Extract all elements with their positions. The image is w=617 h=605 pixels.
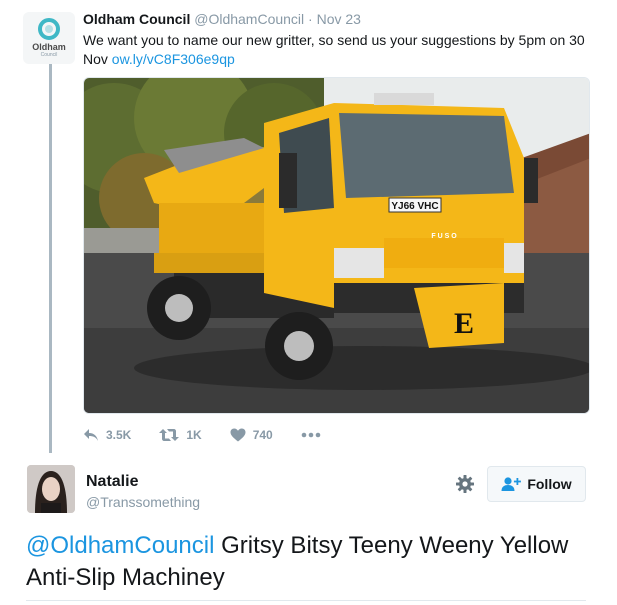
gritter-truck-photo: F U S O YJ66 VHC E bbox=[84, 78, 589, 413]
license-plate: YJ66 VHC bbox=[391, 201, 438, 212]
follow-label: Follow bbox=[527, 476, 572, 492]
divider bbox=[26, 600, 586, 601]
settings-menu-button[interactable] bbox=[455, 474, 475, 499]
reply-mention[interactable]: @OldhamCouncil bbox=[26, 532, 214, 559]
reply-action[interactable]: 3.5K bbox=[83, 428, 131, 442]
follow-button[interactable]: Follow bbox=[487, 466, 586, 502]
retweet-action[interactable]: 1K bbox=[159, 428, 202, 442]
tweet-actions: 3.5K 1K 740 bbox=[83, 426, 356, 444]
oldham-logo-icon bbox=[38, 18, 60, 40]
tweet-photo[interactable]: F U S O YJ66 VHC E bbox=[83, 77, 590, 414]
heart-icon bbox=[230, 428, 246, 442]
bumper-letter: E bbox=[454, 307, 474, 340]
retweet-icon bbox=[159, 429, 180, 441]
meta-separator: · bbox=[304, 11, 317, 27]
reply-icon bbox=[84, 429, 98, 441]
reply-count: 3.5K bbox=[106, 428, 132, 442]
more-action[interactable] bbox=[301, 432, 328, 438]
tweet-link[interactable]: ow.ly/vC8F306e9qp bbox=[112, 51, 235, 67]
avatar-logo-text: Oldham bbox=[32, 42, 66, 52]
tweet-text: We want you to name our new gritter, so … bbox=[83, 31, 603, 69]
reply-text: @OldhamCouncil Gritsy Bitsy Teeny Weeny … bbox=[26, 530, 606, 594]
user-portrait bbox=[27, 465, 75, 513]
reply-author-name[interactable]: Natalie bbox=[86, 473, 138, 491]
add-user-icon bbox=[501, 477, 522, 491]
thread-connector bbox=[49, 64, 52, 453]
author-name[interactable]: Oldham Council bbox=[83, 11, 190, 27]
tweet-date[interactable]: Nov 23 bbox=[317, 11, 361, 27]
grille-badge: F U S O bbox=[431, 233, 457, 240]
tweet-header: Oldham Council @OldhamCouncil · Nov 23 bbox=[83, 11, 361, 27]
like-count: 740 bbox=[252, 428, 273, 442]
like-action[interactable]: 740 bbox=[230, 428, 273, 442]
reply-author-handle[interactable]: @Transsomething bbox=[86, 494, 200, 510]
natalie-avatar[interactable] bbox=[27, 465, 75, 513]
retweet-count: 1K bbox=[186, 428, 202, 442]
more-dots-icon bbox=[301, 432, 321, 438]
author-handle[interactable]: @OldhamCouncil bbox=[194, 11, 304, 27]
oldham-council-avatar[interactable]: Oldham Council bbox=[23, 12, 75, 64]
avatar-logo-subtext: Council bbox=[40, 52, 58, 58]
gear-icon bbox=[456, 475, 474, 493]
